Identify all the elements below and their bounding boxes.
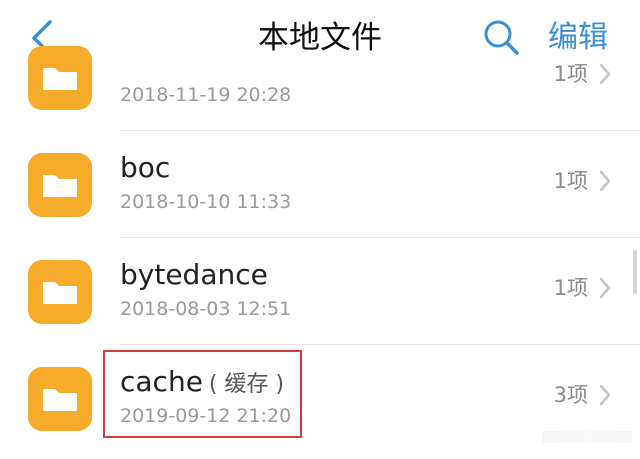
chevron-right-icon <box>599 384 611 406</box>
item-count: 1项 <box>553 62 588 86</box>
scrollbar[interactable] <box>633 250 637 294</box>
folder-icon <box>28 46 92 110</box>
file-name-text: bytedance <box>120 258 268 291</box>
list-item[interactable]: bytedance 2018-08-03 12:51 1项 <box>0 238 640 345</box>
file-name: bytedance <box>120 258 268 291</box>
item-count: 1项 <box>553 276 588 300</box>
chevron-right-icon <box>599 277 611 299</box>
file-name-text: boc <box>120 151 171 184</box>
folder-icon <box>28 260 92 324</box>
chevron-right-icon <box>599 170 611 192</box>
folder-icon <box>28 153 92 217</box>
item-count: 3项 <box>553 383 588 407</box>
item-count: 1项 <box>553 169 588 193</box>
chevron-right-icon <box>599 63 611 85</box>
watermark <box>542 431 632 443</box>
file-date: 2018-10-10 11:33 <box>120 191 292 213</box>
list-item[interactable]: 2018-11-19 20:28 1项 <box>0 24 640 131</box>
folder-icon <box>28 367 92 431</box>
file-date: 2018-08-03 12:51 <box>120 298 292 320</box>
file-date: 2018-11-19 20:28 <box>120 84 292 106</box>
list-item[interactable]: boc 2018-10-10 11:33 1项 <box>0 131 640 238</box>
highlight-box <box>103 350 302 438</box>
file-name: boc <box>120 151 170 184</box>
